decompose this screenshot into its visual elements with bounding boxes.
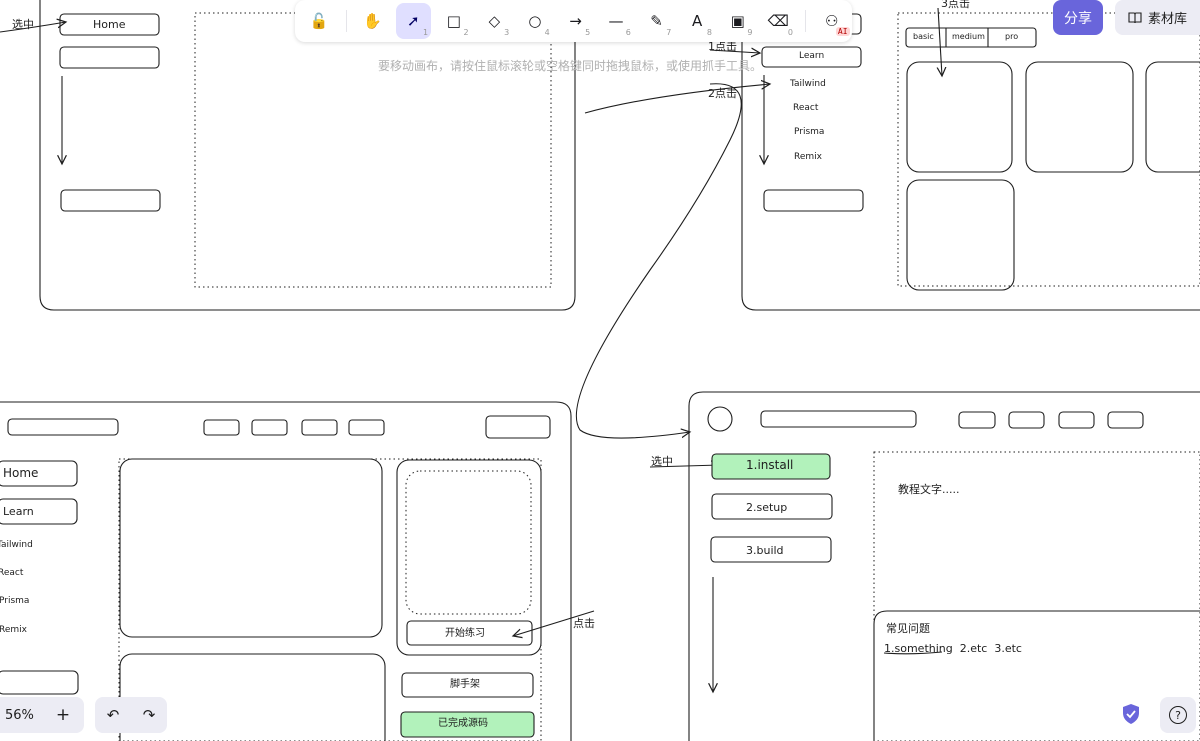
faq-title: 常见问题	[886, 622, 930, 635]
main-toolbar: 🔓 ✋ ➚ 1 □ 2 ◇ 3 ○ 4 → 5—6 ✎ 7 A 8 ▣ 9 ⌫ 0 ⚇ AI	[295, 0, 852, 42]
shield-icon[interactable]	[1120, 702, 1142, 726]
zoom-controls: 56% +	[0, 697, 84, 733]
library-button[interactable]: 素材库	[1115, 0, 1200, 35]
help-button[interactable]: ?	[1160, 697, 1196, 733]
tool-shortcut: 4	[544, 28, 550, 37]
pencil-icon: ✎	[650, 12, 663, 30]
step-install: 1.install	[746, 458, 794, 472]
zoom-level[interactable]: 56%	[5, 708, 34, 723]
image-icon: ▣	[730, 12, 745, 30]
start-practice-label: 开始练习	[445, 628, 485, 639]
diamond-icon: ◇	[488, 12, 501, 30]
tool-shortcut: 8	[706, 28, 712, 37]
content-area-top-left	[194, 12, 552, 288]
diamond-tool[interactable]: ◇ 3	[477, 3, 513, 39]
select-label: 选中	[12, 18, 34, 31]
menu-item: Remix	[0, 625, 27, 635]
tutorial-text: 教程文字.....	[898, 483, 960, 496]
tool-shortcut: 0	[787, 28, 793, 37]
lock-tool[interactable]: 🔓	[301, 3, 337, 39]
tool-shortcut: 2	[463, 28, 469, 37]
tool-shortcut: 9	[747, 28, 753, 37]
tool-shortcut: 7	[666, 28, 672, 37]
rectangle-tool[interactable]: □ 2	[436, 3, 472, 39]
text-tool[interactable]: A8	[679, 3, 715, 39]
tool-shortcut: 3	[504, 28, 510, 37]
tab-basic: basic	[913, 32, 934, 41]
rectangle-icon: □	[446, 12, 461, 30]
tool-shortcut: 1	[422, 28, 429, 37]
ellipse-tool[interactable]: ○ 4	[517, 3, 553, 39]
menu-item: Tailwind	[0, 540, 33, 550]
zoom-in-button[interactable]: +	[56, 705, 70, 725]
menu-item: React	[793, 103, 819, 113]
toolbar-separator	[804, 10, 806, 32]
ai-badge: AI	[835, 27, 850, 36]
share-button[interactable]: 分享	[1053, 0, 1103, 35]
home-label: Home	[3, 466, 39, 480]
finished-label: 已完成源码	[438, 718, 488, 729]
step-setup: 2.setup	[746, 501, 788, 514]
selection-tool[interactable]: ➚ 1	[395, 3, 432, 39]
hand-icon: ✋	[363, 12, 383, 30]
frame-bottom-right	[688, 391, 1200, 741]
tool-shortcut: 5	[585, 28, 591, 37]
tool-shortcut: 6	[625, 28, 631, 37]
click1-label: 1点击	[708, 40, 737, 53]
click-label: 点击	[573, 617, 595, 630]
sketch-layer	[0, 0, 1200, 741]
menu-item: Tailwind	[790, 79, 826, 89]
home-label: Home	[93, 18, 126, 31]
learn-label: Learn	[3, 505, 34, 518]
text-icon: A	[692, 12, 703, 30]
help-icon: ?	[1169, 706, 1187, 724]
step-build: 3.build	[746, 544, 784, 557]
scaffold-label: 脚手架	[450, 679, 480, 690]
frame-bottom-left	[0, 401, 572, 741]
arrow-tool[interactable]: → 5	[558, 3, 594, 39]
eraser-tool[interactable]: ⌫ 0	[760, 3, 796, 39]
tab-medium: medium	[952, 32, 985, 41]
menu-item: Prisma	[0, 596, 30, 606]
faq-items: 1.something 2.etc 3.etc	[884, 642, 1022, 655]
shapes-tool[interactable]: ⚇ AI	[814, 3, 850, 39]
eraser-icon: ⌫	[767, 12, 789, 30]
toolbar-separator	[345, 10, 347, 32]
line-tool[interactable]: —6	[598, 3, 634, 39]
tab-pro: pro	[1005, 32, 1019, 41]
pencil-tool[interactable]: ✎ 7	[639, 3, 675, 39]
menu-item: Remix	[794, 152, 822, 162]
lock-icon: 🔓	[309, 12, 329, 30]
arrow-icon: →	[569, 12, 582, 30]
learn-label: Learn	[799, 51, 825, 61]
history-controls: ↶ ↷	[95, 697, 167, 733]
drawing-canvas[interactable]: 选中 Home 1点击 2点击 3点击 Learn Tailwind React…	[0, 0, 1200, 741]
selection-icon: ➚	[407, 12, 420, 30]
image-tool[interactable]: ▣ 9	[720, 3, 756, 39]
menu-item: Prisma	[794, 127, 825, 137]
undo-button[interactable]: ↶	[107, 706, 120, 724]
select-label: 选中	[651, 455, 673, 468]
menu-item: React	[0, 568, 24, 578]
hand-tool[interactable]: ✋	[355, 3, 391, 39]
ellipse-icon: ○	[528, 12, 542, 30]
canvas-hint: 要移动画布，请按住鼠标滚轮或空格键同时拖拽鼠标，或使用抓手工具。	[378, 59, 763, 73]
click3-label: 3点击	[941, 0, 970, 10]
redo-button[interactable]: ↷	[143, 706, 156, 724]
line-icon: —	[608, 12, 624, 30]
book-icon	[1128, 11, 1142, 23]
click2-label: 2点击	[708, 87, 737, 100]
library-label: 素材库	[1147, 12, 1187, 27]
